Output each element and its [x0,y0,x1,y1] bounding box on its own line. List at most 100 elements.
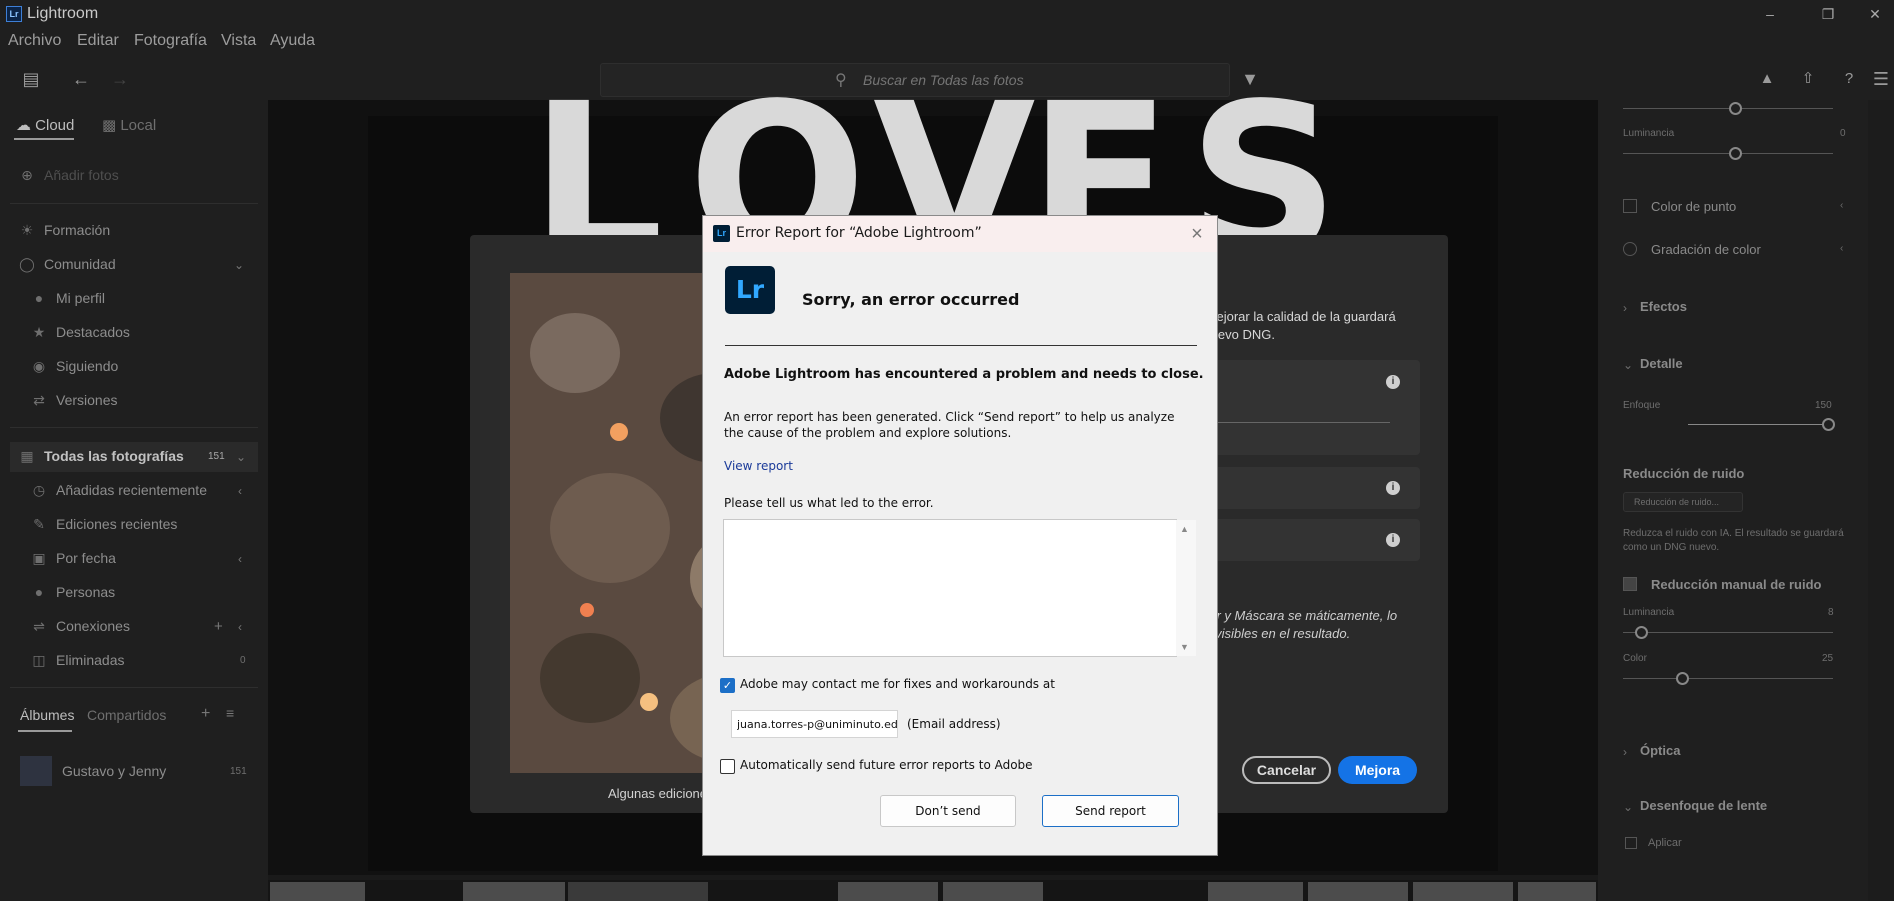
person-icon: ● [34,290,44,306]
close-icon[interactable]: ✕ [1860,3,1890,25]
sidebar-item-conexiones[interactable]: ⇌ Conexiones [30,618,130,635]
textarea-scrollbar[interactable]: ▲ ▼ [1176,520,1196,656]
tab-compartidos[interactable]: Compartidos [87,707,166,723]
cancel-button[interactable]: Cancelar [1242,756,1331,784]
contact-checkbox[interactable]: ✓ [720,678,735,693]
sidebar-item-eliminadas[interactable]: ◫ Eliminadas [30,652,124,669]
filmstrip-thumbnail[interactable] [463,882,565,901]
chevron-down-icon[interactable]: ⌄ [234,258,244,272]
tab-local[interactable]: ▩ Local [102,116,156,134]
enhance-button[interactable]: Mejora [1338,756,1417,784]
sidebar-item-siguiendo[interactable]: ◉ Siguiendo [30,358,118,375]
filmstrip-thumbnail[interactable] [1208,882,1303,901]
panel-toggle-icon[interactable]: ▤ [18,66,44,92]
send-report-button[interactable]: Send report [1042,795,1179,827]
view-report-link[interactable]: View report [724,459,793,473]
noise-reduction-button-label: Reducción de ruido... [1634,497,1720,507]
slider-knob[interactable] [1635,626,1648,639]
add-photos-button[interactable]: ⊕ Añadir fotos [18,167,119,184]
texture-blob [640,693,658,711]
filmstrip-thumbnail[interactable] [838,882,938,901]
album-item[interactable]: Gustavo y Jenny [62,763,166,779]
scroll-up-icon[interactable]: ▲ [1180,524,1189,534]
chevron-right-icon[interactable]: › [1623,745,1627,759]
filmstrip-thumbnail[interactable] [943,882,1043,901]
noise-reduction-heading: Reducción de ruido [1623,466,1745,481]
edit-panel-icon[interactable]: ☰ [1868,66,1894,92]
add-album-icon[interactable]: + [201,705,210,723]
sidebar-item-mi-perfil[interactable]: ● Mi perfil [30,290,105,306]
info-icon[interactable]: i [1386,375,1400,389]
menu-archivo[interactable]: Archivo [8,32,61,50]
section-color-punto[interactable]: Color de punto [1651,199,1736,214]
slider-knob[interactable] [1729,102,1742,115]
chevron-left-icon[interactable]: ‹ [1840,200,1843,211]
section-desenfoque[interactable]: Desenfoque de lente [1640,798,1767,813]
filmstrip-thumbnail[interactable] [1413,882,1513,901]
email-field[interactable] [731,710,898,738]
menu-editar[interactable]: Editar [77,32,119,50]
menu-fotografia[interactable]: Fotografía [134,32,207,50]
sidebar-item-label: Destacados [56,324,130,340]
help-icon[interactable]: ? [1836,66,1862,92]
menu-vista[interactable]: Vista [221,32,256,50]
sidebar-item-comunidad[interactable]: ◯ Comunidad [18,256,116,273]
sidebar-item-formacion[interactable]: ☀ Formación [18,222,110,239]
chevron-left-icon[interactable]: ‹ [238,620,242,634]
noise-reduction-button[interactable]: Reducción de ruido... [1623,492,1743,512]
tab-albumes[interactable]: Álbumes [20,707,74,723]
close-icon[interactable]: × [1185,222,1209,246]
chevron-down-icon[interactable]: ⌄ [236,450,246,464]
chevron-right-icon[interactable]: › [1623,301,1627,315]
auto-send-checkbox[interactable] [720,759,735,774]
sidebar-item-anadidas[interactable]: ◷ Añadidas recientemente [30,482,207,499]
info-icon[interactable]: i [1386,481,1400,495]
scroll-down-icon[interactable]: ▼ [1180,642,1189,652]
sidebar-item-label: Comunidad [44,256,116,272]
share-icon[interactable]: ⇧ [1795,66,1821,92]
apply-checkbox[interactable] [1625,837,1637,849]
info-icon[interactable]: i [1386,533,1400,547]
filmstrip-thumbnail[interactable] [270,882,365,901]
clock-icon: ◷ [32,482,46,498]
slider-knob[interactable] [1676,672,1689,685]
tab-cloud[interactable]: ☁ Cloud [16,116,74,134]
sort-icon[interactable]: ≡ [226,705,234,721]
forward-arrow-icon[interactable]: → [107,66,133,92]
filmstrip-thumbnail[interactable] [1308,882,1408,901]
slider-knob[interactable] [1822,418,1835,431]
section-detalle[interactable]: Detalle [1640,356,1683,371]
sidebar-item-destacados[interactable]: ★ Destacados [30,324,130,341]
chevron-left-icon[interactable]: ‹ [238,484,242,498]
sidebar-item-por-fecha[interactable]: ▣ Por fecha [30,550,116,567]
back-arrow-icon[interactable]: ← [68,66,94,92]
noise-color-label: Color [1623,653,1647,664]
plus-icon[interactable]: + [214,618,223,635]
sidebar-item-label: Siguiendo [56,358,119,374]
section-gradacion[interactable]: Gradación de color [1651,242,1761,257]
restore-icon[interactable]: ❐ [1813,3,1843,25]
section-optica[interactable]: Óptica [1640,743,1680,758]
menu-ayuda[interactable]: Ayuda [270,32,315,50]
sidebar-item-todas[interactable]: ▦ Todas las fotografías [18,448,183,465]
noise-reduction-description: Reduzca el ruido con IA. El resultado se… [1623,528,1844,553]
comment-textarea[interactable]: ▲ ▼ [723,519,1196,657]
sidebar-item-label: Mi perfil [56,290,106,306]
sidebar-item-versiones[interactable]: ⇄ Versiones [30,392,117,409]
sidebar-item-ediciones[interactable]: ✎ Ediciones recientes [30,516,177,533]
person-icon: ● [34,584,44,600]
chevron-left-icon[interactable]: ‹ [1840,243,1843,254]
slider-knob[interactable] [1729,147,1742,160]
chevron-left-icon[interactable]: ‹ [238,552,242,566]
window-title: Lightroom [27,5,99,22]
chevron-down-icon[interactable]: ⌄ [1623,358,1633,372]
filmstrip-thumbnail[interactable] [1518,882,1596,901]
minimize-icon[interactable]: – [1755,3,1785,25]
bell-icon[interactable]: ▲ [1754,66,1780,92]
filmstrip-thumbnail[interactable] [568,882,708,901]
section-efectos[interactable]: Efectos [1640,299,1687,314]
dont-send-button[interactable]: Don’t send [880,795,1016,827]
chevron-down-icon[interactable]: ⌄ [1623,800,1633,814]
sidebar-item-personas[interactable]: ● Personas [30,584,115,600]
album-thumbnail [20,756,52,786]
